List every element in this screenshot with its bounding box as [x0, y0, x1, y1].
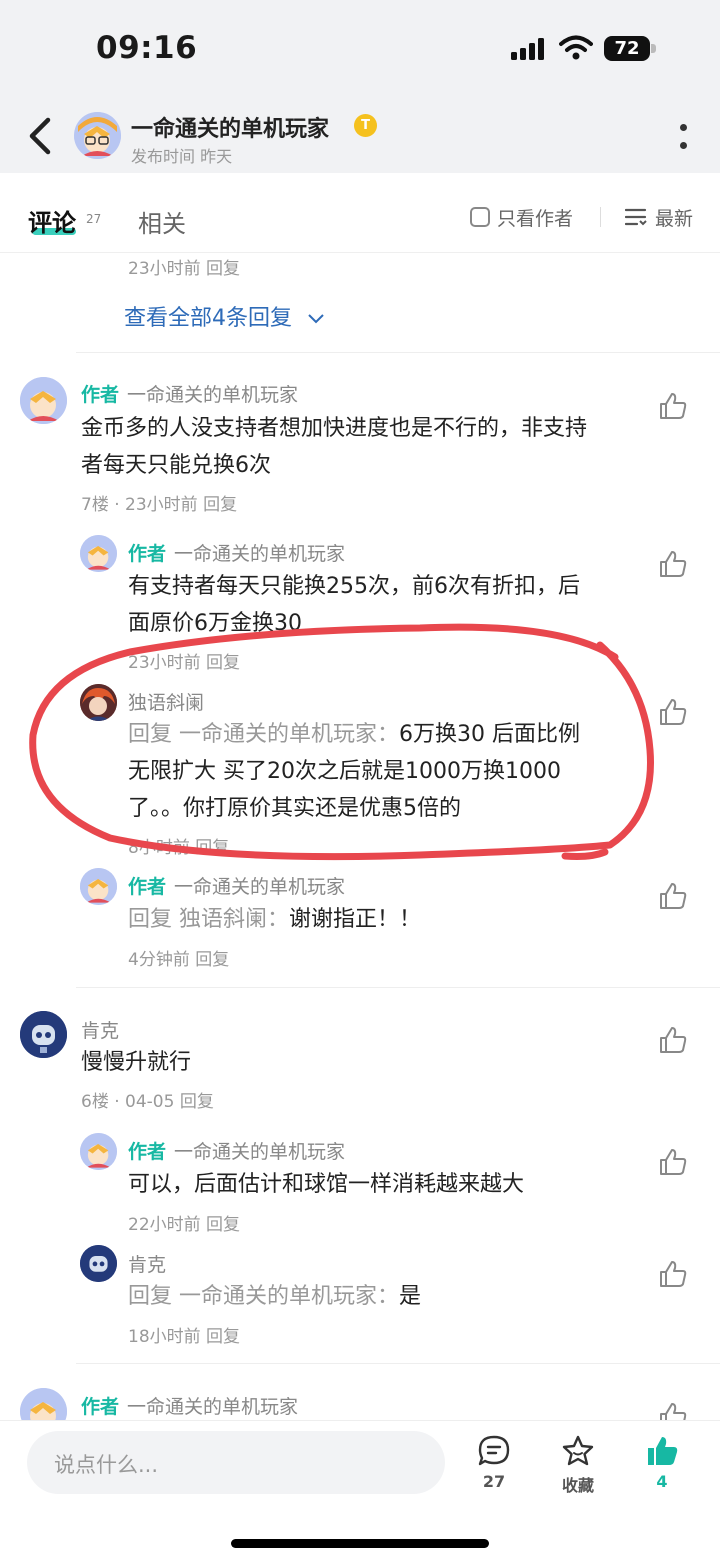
back-arrow-icon[interactable]: [24, 116, 58, 156]
home-indicator: [231, 1539, 489, 1548]
author-tag: 作者: [128, 543, 167, 565]
reply-meta: 22小时前 回复: [128, 1215, 241, 1235]
more-options-icon[interactable]: [680, 122, 688, 152]
comment-line: 慢慢升就行: [81, 1050, 192, 1075]
comment-author[interactable]: 作者 一命通关的单机玩家: [81, 380, 298, 407]
comments-button[interactable]: 27: [474, 1434, 514, 1494]
reply-line: 回复 一命通关的单机玩家：是: [128, 1278, 638, 1315]
sort-toggle[interactable]: 最新: [625, 204, 693, 230]
like-icon[interactable]: [658, 1026, 688, 1054]
author-name: 一命通关的单机玩家: [174, 1141, 346, 1163]
tab-divider: [600, 207, 601, 227]
header-user-name[interactable]: 一命通关的单机玩家: [131, 111, 329, 143]
comment-input-placeholder[interactable]: 说点什么...: [54, 1449, 158, 1479]
header-avatar[interactable]: [74, 112, 121, 159]
avatar[interactable]: [80, 1245, 117, 1282]
like-icon[interactable]: [658, 550, 688, 578]
red-annotation-circle: [29, 623, 654, 861]
like-button[interactable]: 4: [642, 1434, 682, 1494]
only-author-label: 只看作者: [497, 207, 574, 230]
tab-comments[interactable]: 评论: [28, 203, 76, 238]
tab-related[interactable]: 相关: [138, 204, 186, 239]
reply-meta: 23小时前 回复: [128, 259, 241, 279]
checkbox-icon[interactable]: [470, 207, 490, 227]
author-name: 一命通关的单机玩家: [127, 384, 299, 406]
reply-line: 回复 独语斜阑：谢谢指正！！: [128, 901, 638, 938]
avatar[interactable]: [20, 1011, 67, 1058]
avatar[interactable]: [80, 1133, 117, 1170]
avatar[interactable]: [80, 535, 117, 572]
sort-label: 最新: [655, 207, 694, 230]
favorite-button[interactable]: 收藏: [555, 1434, 601, 1495]
status-time: 09:16: [96, 30, 198, 66]
battery-icon: 72: [604, 36, 650, 61]
reply-line-text: 谢谢指正！！: [289, 907, 422, 932]
only-author-toggle[interactable]: 只看作者: [470, 204, 573, 230]
reply-text: 回复 独语斜阑：谢谢指正！！: [128, 901, 638, 938]
comment-bubble-icon: [478, 1435, 510, 1466]
like-count: 4: [656, 1472, 668, 1491]
reply-author[interactable]: 肯克: [128, 1250, 166, 1277]
comment-line: 者每天只能兑换6次: [81, 453, 271, 478]
comment-author[interactable]: 作者 一命通关的单机玩家: [81, 1392, 298, 1419]
creator-badge-icon: T: [354, 114, 377, 137]
reply-author[interactable]: 作者 一命通关的单机玩家: [128, 1137, 345, 1164]
signal-icon: [511, 38, 545, 60]
reply-line-text: 是: [399, 1284, 422, 1309]
like-icon[interactable]: [658, 1260, 688, 1288]
avatar[interactable]: [20, 377, 67, 424]
reply-meta: 4分钟前 回复: [128, 950, 230, 970]
publish-time: 发布时间 昨天: [131, 147, 233, 166]
comment-divider: [76, 987, 720, 988]
reply-text: 回复 一命通关的单机玩家：是: [128, 1278, 638, 1315]
reply-line: 可以，后面估计和球馆一样消耗越来越大: [128, 1172, 525, 1197]
wifi-icon: [559, 35, 593, 60]
author-tag: 作者: [81, 384, 120, 406]
tab-bar-divider: [0, 252, 720, 253]
comment-divider: [76, 1363, 720, 1364]
comments-count: 27: [482, 1472, 506, 1491]
reply-prefix[interactable]: 回复 一命通关的单机玩家：: [128, 1284, 399, 1309]
sort-lines-icon: [625, 208, 647, 226]
like-icon[interactable]: [658, 1148, 688, 1176]
author-name: 一命通关的单机玩家: [174, 543, 346, 565]
reply-text: 可以，后面估计和球馆一样消耗越来越大: [128, 1166, 638, 1203]
view-all-replies-link[interactable]: 查看全部4条回复: [124, 300, 325, 332]
battery-tip: [651, 44, 656, 53]
comment-meta: 7楼 · 23小时前 回复: [81, 495, 238, 515]
comment-author[interactable]: 肯克: [81, 1016, 119, 1043]
comment-line: 金币多的人没支持者想加快进度也是不行的，非支持: [81, 416, 588, 441]
chevron-down-icon: [308, 314, 324, 324]
comment-divider: [76, 352, 720, 353]
author-tag: 作者: [81, 1396, 120, 1418]
comment-text: 慢慢升就行: [81, 1044, 641, 1081]
reply-author[interactable]: 作者 一命通关的单机玩家: [128, 539, 345, 566]
reply-meta: 18小时前 回复: [128, 1327, 241, 1347]
comment-text: 金币多的人没支持者想加快进度也是不行的，非支持 者每天只能兑换6次: [81, 410, 641, 484]
favorite-label: 收藏: [561, 1476, 594, 1495]
tab-comments-count: 27: [86, 212, 102, 226]
author-name: 一命通关的单机玩家: [127, 1396, 299, 1418]
comment-meta: 6楼 · 04-05 回复: [81, 1092, 214, 1112]
view-all-label: 查看全部4条回复: [124, 306, 292, 331]
star-icon: [562, 1435, 594, 1466]
thumbs-up-filled-icon: [648, 1437, 678, 1465]
reply-prefix[interactable]: 回复 独语斜阑：: [128, 907, 289, 932]
author-tag: 作者: [128, 1141, 167, 1163]
like-icon[interactable]: [658, 392, 688, 420]
